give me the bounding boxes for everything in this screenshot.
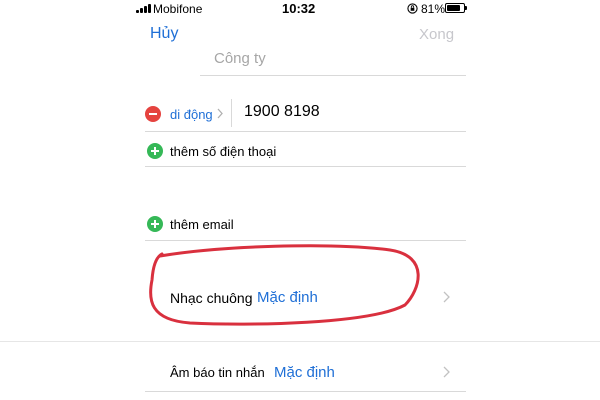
divider bbox=[145, 391, 466, 392]
text-tone-label: Âm báo tin nhắn bbox=[170, 365, 265, 380]
annotation-circle bbox=[149, 244, 420, 326]
divider bbox=[0, 341, 600, 342]
chevron-right-icon bbox=[443, 366, 450, 378]
edit-contact-screen: Mobifone 10:32 81% Hủy Xong Công ty di đ… bbox=[0, 0, 600, 400]
text-tone-value: Mặc định bbox=[274, 364, 335, 381]
